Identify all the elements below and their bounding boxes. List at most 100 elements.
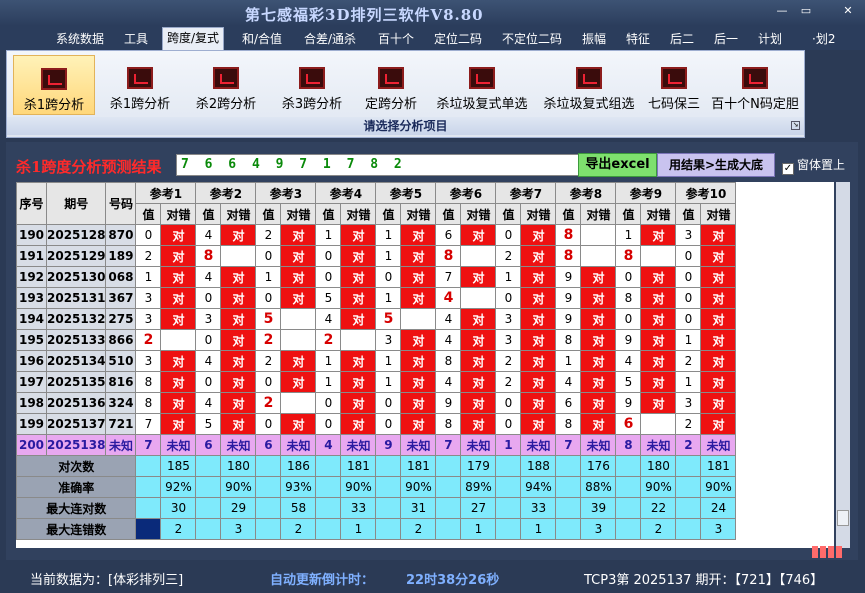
menu-13[interactable]: 计划 xyxy=(754,29,786,49)
result-cell: 对 xyxy=(640,266,677,288)
checkbox-icon[interactable]: ✓ xyxy=(782,163,794,175)
result-cell: 对 xyxy=(340,245,377,267)
menu-6[interactable]: 百十个 xyxy=(374,29,418,49)
ribbon-button-5[interactable]: 定跨分析 xyxy=(355,55,427,115)
vertical-scrollbar[interactable] xyxy=(836,182,850,548)
stats-spacer xyxy=(555,518,582,540)
ribbon-button-2[interactable]: 杀1跨分析 xyxy=(99,55,181,115)
close-button[interactable]: ✕ xyxy=(838,4,858,18)
value-cell: 1 xyxy=(315,371,342,393)
analysis-table: 序号 期号 号码 参考1 参考2 参考3 参考4 参考5 参考6 参考7 参考8 参考9 参考10 值对错… xyxy=(16,182,737,540)
result-cell: 对 xyxy=(160,350,197,372)
menu-14[interactable]: ·划2 xyxy=(808,29,839,49)
stats-spacer xyxy=(675,497,702,519)
result-field[interactable]: 7 6 6 4 9 7 1 7 8 2 xyxy=(176,154,581,176)
stats-value: 90% xyxy=(340,476,377,498)
menu-12[interactable]: 后一 xyxy=(710,29,742,49)
correct-subheader: 对错 xyxy=(220,203,257,225)
result-cell: 对 xyxy=(160,413,197,435)
value-cell: 5 xyxy=(375,308,402,330)
correct-subheader: 对错 xyxy=(400,203,437,225)
menu-3[interactable]: 跨度/复式 xyxy=(162,27,225,50)
menu-5[interactable]: 合差/通杀 xyxy=(300,29,360,49)
generate-button[interactable]: 用结果>生成大底 xyxy=(657,153,775,177)
menu-10[interactable]: 特征 xyxy=(622,29,654,49)
value-cell: 2 xyxy=(135,329,162,351)
table-row[interactable]: 196 2025134 510 3 对 4 对 2 对 1 对 1 对 8 对 2 对 1 对 4 对 2 对 xyxy=(16,350,737,372)
ribbon-button-6[interactable]: 杀垃圾复式单选 xyxy=(429,55,535,115)
ref-header-9: 参考9 xyxy=(615,182,677,204)
minimize-button[interactable]: — xyxy=(772,4,792,18)
ribbon-button-9[interactable]: 百十个N码定胆 xyxy=(707,55,803,115)
value-cell: 0 xyxy=(675,308,702,330)
result-cell: 对 xyxy=(280,413,317,435)
stats-spacer xyxy=(255,455,282,477)
correct-subheader: 对错 xyxy=(340,203,377,225)
menu-1[interactable]: 系统数据 xyxy=(52,29,108,49)
result-cell: 对 xyxy=(340,413,377,435)
scroll-thumb[interactable] xyxy=(837,510,849,526)
value-cell: 9 xyxy=(555,308,582,330)
value-cell: 8 xyxy=(555,329,582,351)
pin-top-checkbox[interactable]: ✓ 窗体置上 xyxy=(782,156,845,175)
result-cell: 对 xyxy=(220,413,257,435)
result-cell: 对 xyxy=(460,413,497,435)
menu-11[interactable]: 后二 xyxy=(666,29,698,49)
stats-value: 94% xyxy=(520,476,557,498)
stats-spacer xyxy=(375,518,402,540)
table-row[interactable]: 199 2025137 721 7 对 5 对 0 对 0 对 0 对 8 对 0 对 8 对 6 2 对 xyxy=(16,413,737,435)
result-cell: 对 xyxy=(460,224,497,246)
value-cell: 9 xyxy=(555,287,582,309)
num-cell: 816 xyxy=(105,371,137,393)
ribbon-button-1[interactable]: 杀1跨分析 xyxy=(13,55,95,115)
table-row[interactable]: 198 2025136 324 8 对 4 对 2 0 对 0 对 9 对 0 对 6 对 9 对 3 对 xyxy=(16,392,737,414)
table-row[interactable]: 195 2025133 866 2 0 对 2 2 3 对 4 对 3 对 8 对 9 对 1 对 xyxy=(16,329,737,351)
menu-8[interactable]: 不定位二码 xyxy=(498,29,566,49)
stats-spacer xyxy=(435,455,462,477)
value-cell: 0 xyxy=(195,371,222,393)
latest-draw: TCP3第 2025137 期开：【721】【746】 xyxy=(584,573,824,588)
ribbon-button-3[interactable]: 杀2跨分析 xyxy=(185,55,267,115)
table-row[interactable]: 197 2025135 816 8 对 0 对 0 对 1 对 1 对 4 对 2 对 4 对 5 对 1 对 xyxy=(16,371,737,393)
table-row[interactable]: 191 2025129 189 2 对 8 0 对 0 对 1 对 8 2 对 8 8 0 对 xyxy=(16,245,737,267)
stats-value: 2 xyxy=(400,518,437,540)
result-cell: 对 xyxy=(520,371,557,393)
result-cell: 对 xyxy=(220,392,257,414)
chart-icon xyxy=(469,67,495,89)
ribbon-button-7[interactable]: 杀垃圾复式组选 xyxy=(537,55,641,115)
menu-7[interactable]: 定位二码 xyxy=(430,29,486,49)
restore-button[interactable]: ▭ xyxy=(796,4,816,18)
prediction-row[interactable]: 200 2025138 未知 7 未知 6 未知 6 未知 4 未知 9 未知 7 未知 1 未知 7 未知 8 未知 2… xyxy=(16,434,737,456)
ribbon-button-8[interactable]: 七码保三 xyxy=(643,55,705,115)
menu-2[interactable]: 工具 xyxy=(120,29,152,49)
table-row[interactable]: 190 2025128 870 0 对 4 对 2 对 1 对 1 对 6 对 0 对 8 1 对 3 对 xyxy=(16,224,737,246)
menu-4[interactable]: 和/合值 xyxy=(238,29,286,49)
dialog-launcher-icon[interactable]: ↘ xyxy=(791,121,800,130)
num-cell: 275 xyxy=(105,308,137,330)
result-cell: 对 xyxy=(400,224,437,246)
table-row[interactable]: 193 2025131 367 3 对 0 对 0 对 5 对 1 对 4 0 对 9 对 8 对 0 对 xyxy=(16,287,737,309)
value-cell: 1 xyxy=(495,266,522,288)
value-cell: 3 xyxy=(135,287,162,309)
ribbon-button-4[interactable]: 杀3跨分析 xyxy=(271,55,353,115)
stats-row: 最大连对数 30 29 58 33 31 27 33 39 22 24 xyxy=(16,497,737,519)
value-subheader: 值 xyxy=(255,203,282,225)
result-cell xyxy=(400,308,437,330)
stats-spacer xyxy=(135,497,162,519)
value-cell: 4 xyxy=(195,392,222,414)
pin-label: 窗体置上 xyxy=(797,158,846,172)
value-cell: 5 xyxy=(195,413,222,435)
result-cell: 对 xyxy=(520,287,557,309)
export-excel-button[interactable]: 导出excel xyxy=(578,153,657,177)
value-cell: 0 xyxy=(375,392,402,414)
result-cell: 对 xyxy=(700,371,737,393)
value-cell: 3 xyxy=(195,308,222,330)
result-cell: 对 xyxy=(520,329,557,351)
value-cell: 4 xyxy=(615,350,642,372)
table-row[interactable]: 192 2025130 068 1 对 4 对 1 对 0 对 0 对 7 对 1 对 9 对 0 对 0 对 xyxy=(16,266,737,288)
stats-spacer xyxy=(315,455,342,477)
menu-9[interactable]: 振幅 xyxy=(578,29,610,49)
stats-spacer xyxy=(135,518,162,540)
result-cell xyxy=(280,329,317,351)
table-row[interactable]: 194 2025132 275 3 对 3 对 5 4 对 5 4 对 3 对 9 对 0 对 0 对 xyxy=(16,308,737,330)
